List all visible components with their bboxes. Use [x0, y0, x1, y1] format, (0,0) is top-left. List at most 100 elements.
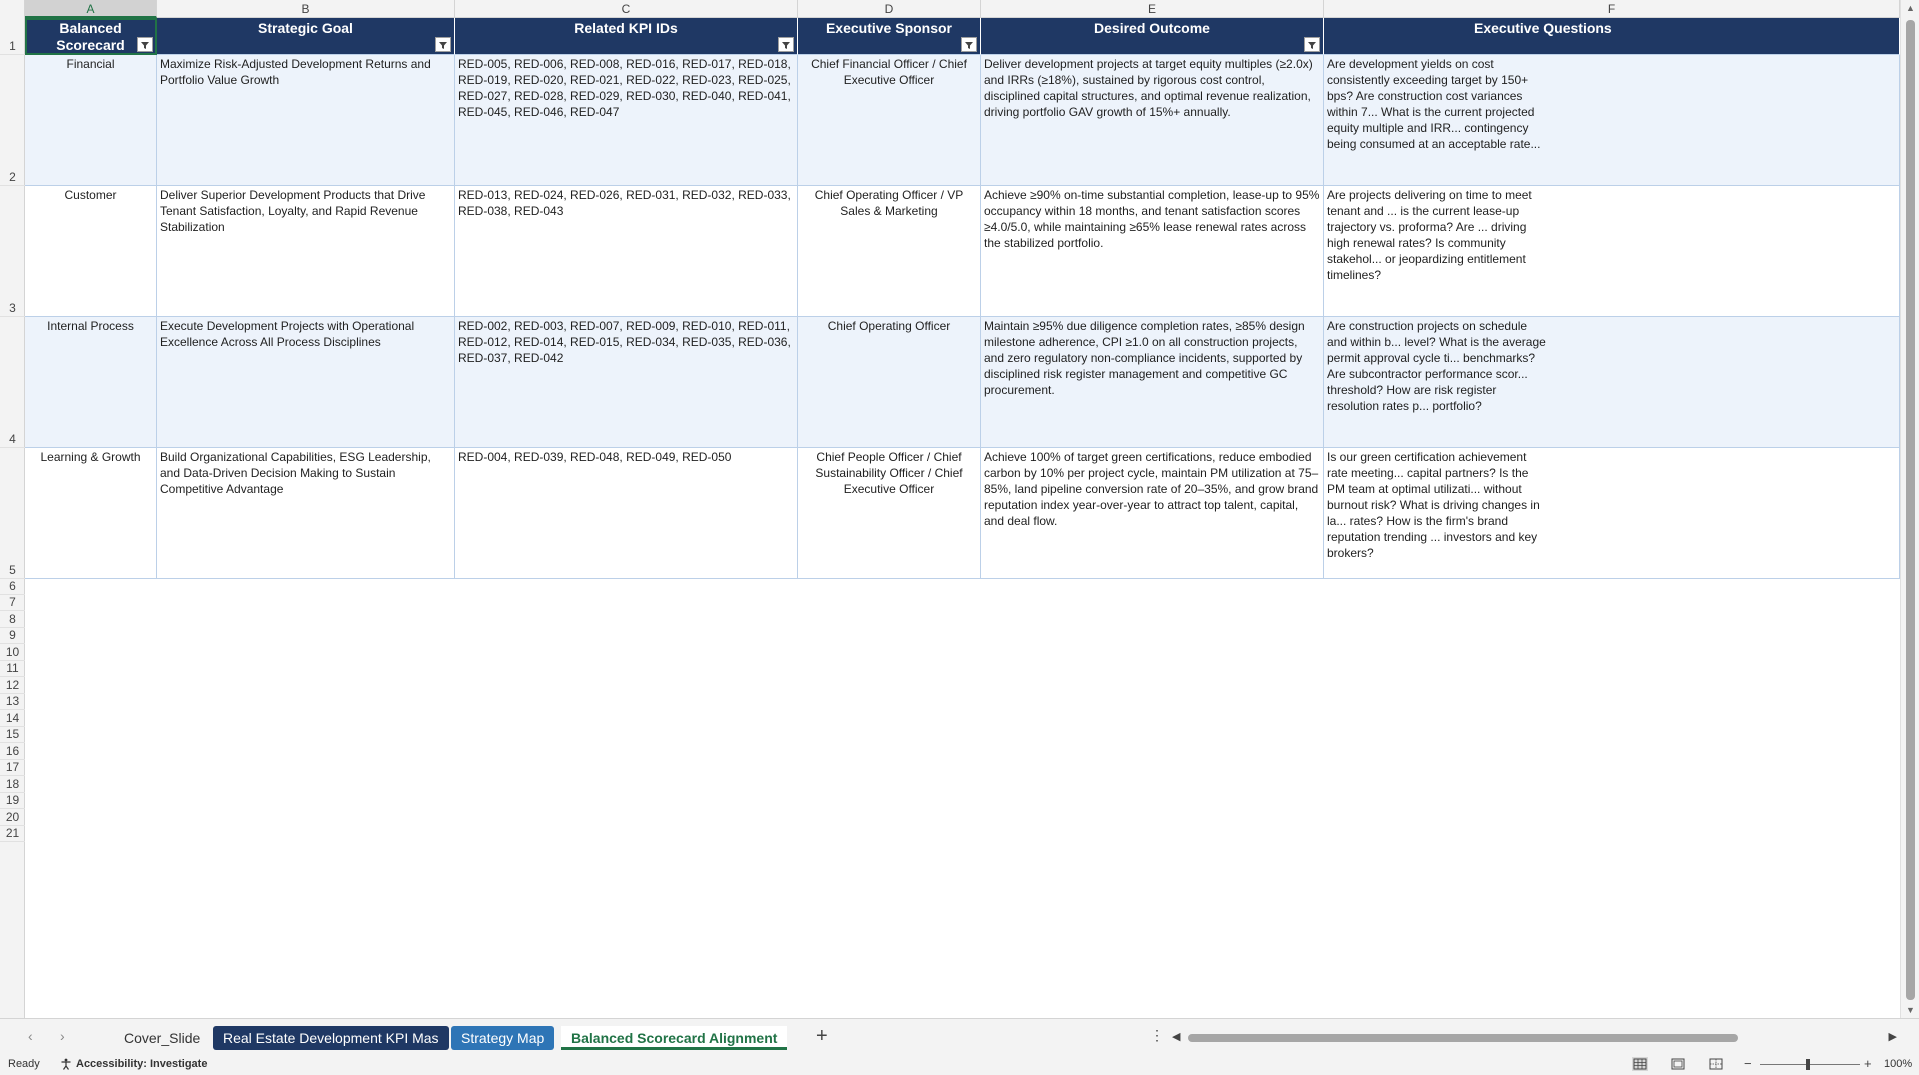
more-options-icon[interactable]: ⋮: [1150, 1027, 1164, 1044]
cell-executive-sponsor[interactable]: Chief Operating Officer: [798, 317, 981, 448]
cell-kpi-ids[interactable]: RED-002, RED-003, RED-007, RED-009, RED-…: [455, 317, 798, 448]
cell-executive-sponsor[interactable]: Chief Financial Officer / Chief Executiv…: [798, 55, 981, 186]
select-all-corner[interactable]: [0, 0, 25, 18]
column-header-f[interactable]: F: [1324, 0, 1900, 18]
scroll-down-icon[interactable]: ▼: [1906, 1005, 1915, 1015]
cell-desired-outcome[interactable]: Achieve ≥90% on-time substantial complet…: [981, 186, 1324, 317]
header-cell-strategic-goal[interactable]: Strategic Goal: [157, 18, 455, 55]
column-header-e[interactable]: E: [981, 0, 1324, 18]
column-header-c[interactable]: C: [455, 0, 798, 18]
cell-desired-outcome[interactable]: Deliver development projects at target e…: [981, 55, 1324, 186]
row-header-5[interactable]: 5: [0, 448, 25, 579]
scroll-right-icon[interactable]: ▶: [1889, 1030, 1897, 1043]
header-cell-kpi-ids[interactable]: Related KPI IDs: [455, 18, 798, 55]
row-header-18[interactable]: 18: [0, 776, 25, 793]
filter-dropdown-icon[interactable]: [961, 37, 977, 52]
row-header-17[interactable]: 17: [0, 760, 25, 776]
header-label-executive-questions: Executive Questions: [1474, 20, 1612, 36]
chevron-right-icon[interactable]: ›: [60, 1028, 65, 1044]
header-cell-executive-questions[interactable]: Executive Questions: [1324, 18, 1900, 55]
row-header-20[interactable]: 20: [0, 809, 25, 826]
cell-executive-questions[interactable]: Are development yields on cost consisten…: [1324, 55, 1900, 186]
cell-executive-sponsor[interactable]: Chief Operating Officer / VP Sales & Mar…: [798, 186, 981, 317]
filter-dropdown-icon[interactable]: [435, 37, 451, 52]
header-label-strategic-goal: Strategic Goal: [258, 20, 353, 36]
row-header-3[interactable]: 3: [0, 186, 25, 317]
cell-kpi-ids[interactable]: RED-013, RED-024, RED-026, RED-031, RED-…: [455, 186, 798, 317]
horizontal-scrollbar[interactable]: ◀ ▶: [1172, 1030, 1897, 1044]
horizontal-scroll-thumb[interactable]: [1188, 1034, 1738, 1042]
header-label-kpi-ids: Related KPI IDs: [574, 20, 678, 36]
status-bar: Ready Accessibility: Investigate − + 100…: [0, 1054, 1919, 1075]
sheet-tab-balanced-scorecard[interactable]: Balanced Scorecard Alignment: [561, 1026, 788, 1050]
scroll-up-icon[interactable]: ▲: [1906, 3, 1915, 13]
cell-strategic-goal[interactable]: Build Organizational Capabilities, ESG L…: [157, 448, 455, 579]
cell-perspective[interactable]: Customer: [25, 186, 157, 317]
row-header-7[interactable]: 7: [0, 595, 25, 611]
accessibility-icon: [61, 1058, 71, 1070]
cell-kpi-ids[interactable]: RED-005, RED-006, RED-008, RED-016, RED-…: [455, 55, 798, 186]
row-header-13[interactable]: 13: [0, 694, 25, 710]
plus-icon[interactable]: +: [816, 1025, 828, 1048]
row-header-21[interactable]: 21: [0, 826, 25, 842]
row-header-6[interactable]: 6: [0, 579, 25, 595]
cell-strategic-goal[interactable]: Execute Development Projects with Operat…: [157, 317, 455, 448]
zoom-level[interactable]: 100%: [1884, 1058, 1912, 1070]
header-cell-executive-sponsor[interactable]: Executive Sponsor: [798, 18, 981, 55]
page-break-view-icon[interactable]: [1708, 1057, 1724, 1071]
cell-kpi-ids[interactable]: RED-004, RED-039, RED-048, RED-049, RED-…: [455, 448, 798, 579]
normal-view-icon[interactable]: [1632, 1057, 1648, 1071]
row-header-4[interactable]: 4: [0, 317, 25, 448]
row-header-10[interactable]: 10: [0, 644, 25, 661]
status-ready: Ready: [8, 1058, 40, 1070]
vertical-scroll-thumb[interactable]: [1906, 20, 1915, 1000]
row-header-19[interactable]: 19: [0, 793, 25, 809]
header-cell-perspective[interactable]: Balanced Scorecard Perspective: [25, 18, 157, 55]
row-header-14[interactable]: 14: [0, 710, 25, 727]
cell-perspective[interactable]: Financial: [25, 55, 157, 186]
header-cell-desired-outcome[interactable]: Desired Outcome: [981, 18, 1324, 55]
cell-desired-outcome[interactable]: Achieve 100% of target green certificati…: [981, 448, 1324, 579]
scroll-left-icon[interactable]: ◀: [1172, 1030, 1180, 1043]
header-label-desired-outcome: Desired Outcome: [1094, 20, 1210, 36]
header-label-perspective: Balanced Scorecard Perspective: [56, 20, 125, 53]
sheet-tab-kpi-master[interactable]: Real Estate Development KPI Mas: [213, 1026, 449, 1050]
sheet-tab-bar: ‹ › Cover_Slide Real Estate Development …: [0, 1018, 1919, 1054]
row-header-15[interactable]: 15: [0, 727, 25, 743]
cell-executive-questions[interactable]: Are construction projects on schedule an…: [1324, 317, 1900, 448]
zoom-slider[interactable]: [1760, 1064, 1860, 1065]
cell-executive-questions[interactable]: Are projects delivering on time to meet …: [1324, 186, 1900, 317]
accessibility-status[interactable]: Accessibility: Investigate: [60, 1058, 207, 1070]
cell-perspective[interactable]: Learning & Growth: [25, 448, 157, 579]
sheet-tab-cover-slide[interactable]: Cover_Slide: [114, 1026, 210, 1050]
filter-dropdown-icon[interactable]: [137, 37, 153, 52]
row-header-11[interactable]: 11: [0, 661, 25, 677]
column-header-a[interactable]: A: [25, 0, 157, 18]
filter-dropdown-icon[interactable]: [1304, 37, 1320, 52]
worksheet-grid: Balanced Scorecard Perspective Strategic…: [25, 18, 1900, 1018]
row-header-2[interactable]: 2: [0, 55, 25, 186]
row-header-12[interactable]: 12: [0, 677, 25, 694]
row-header-1[interactable]: 1: [0, 18, 25, 55]
chevron-left-icon[interactable]: ‹: [28, 1028, 33, 1044]
row-header-8[interactable]: 8: [0, 611, 25, 628]
filter-dropdown-icon[interactable]: [778, 37, 794, 52]
cell-executive-sponsor[interactable]: Chief People Officer / Chief Sustainabil…: [798, 448, 981, 579]
cell-perspective[interactable]: Internal Process: [25, 317, 157, 448]
zoom-in-icon[interactable]: +: [1864, 1056, 1872, 1071]
page-layout-view-icon[interactable]: [1670, 1057, 1686, 1071]
column-header-d[interactable]: D: [798, 0, 981, 18]
cell-strategic-goal[interactable]: Maximize Risk-Adjusted Development Retur…: [157, 55, 455, 186]
zoom-out-icon[interactable]: −: [1744, 1056, 1752, 1071]
accessibility-label: Accessibility: Investigate: [76, 1058, 208, 1070]
cell-strategic-goal[interactable]: Deliver Superior Development Products th…: [157, 186, 455, 317]
cell-executive-questions[interactable]: Is our green certification achievement r…: [1324, 448, 1900, 579]
zoom-slider-thumb[interactable]: [1806, 1059, 1810, 1070]
cell-desired-outcome[interactable]: Maintain ≥95% due diligence completion r…: [981, 317, 1324, 448]
column-headers: A B C D E F: [0, 0, 1900, 18]
column-header-b[interactable]: B: [157, 0, 455, 18]
sheet-tab-strategy-map[interactable]: Strategy Map: [451, 1026, 555, 1050]
row-header-16[interactable]: 16: [0, 743, 25, 760]
row-header-9[interactable]: 9: [0, 628, 25, 644]
vertical-scrollbar[interactable]: ▲ ▼: [1900, 0, 1919, 1018]
